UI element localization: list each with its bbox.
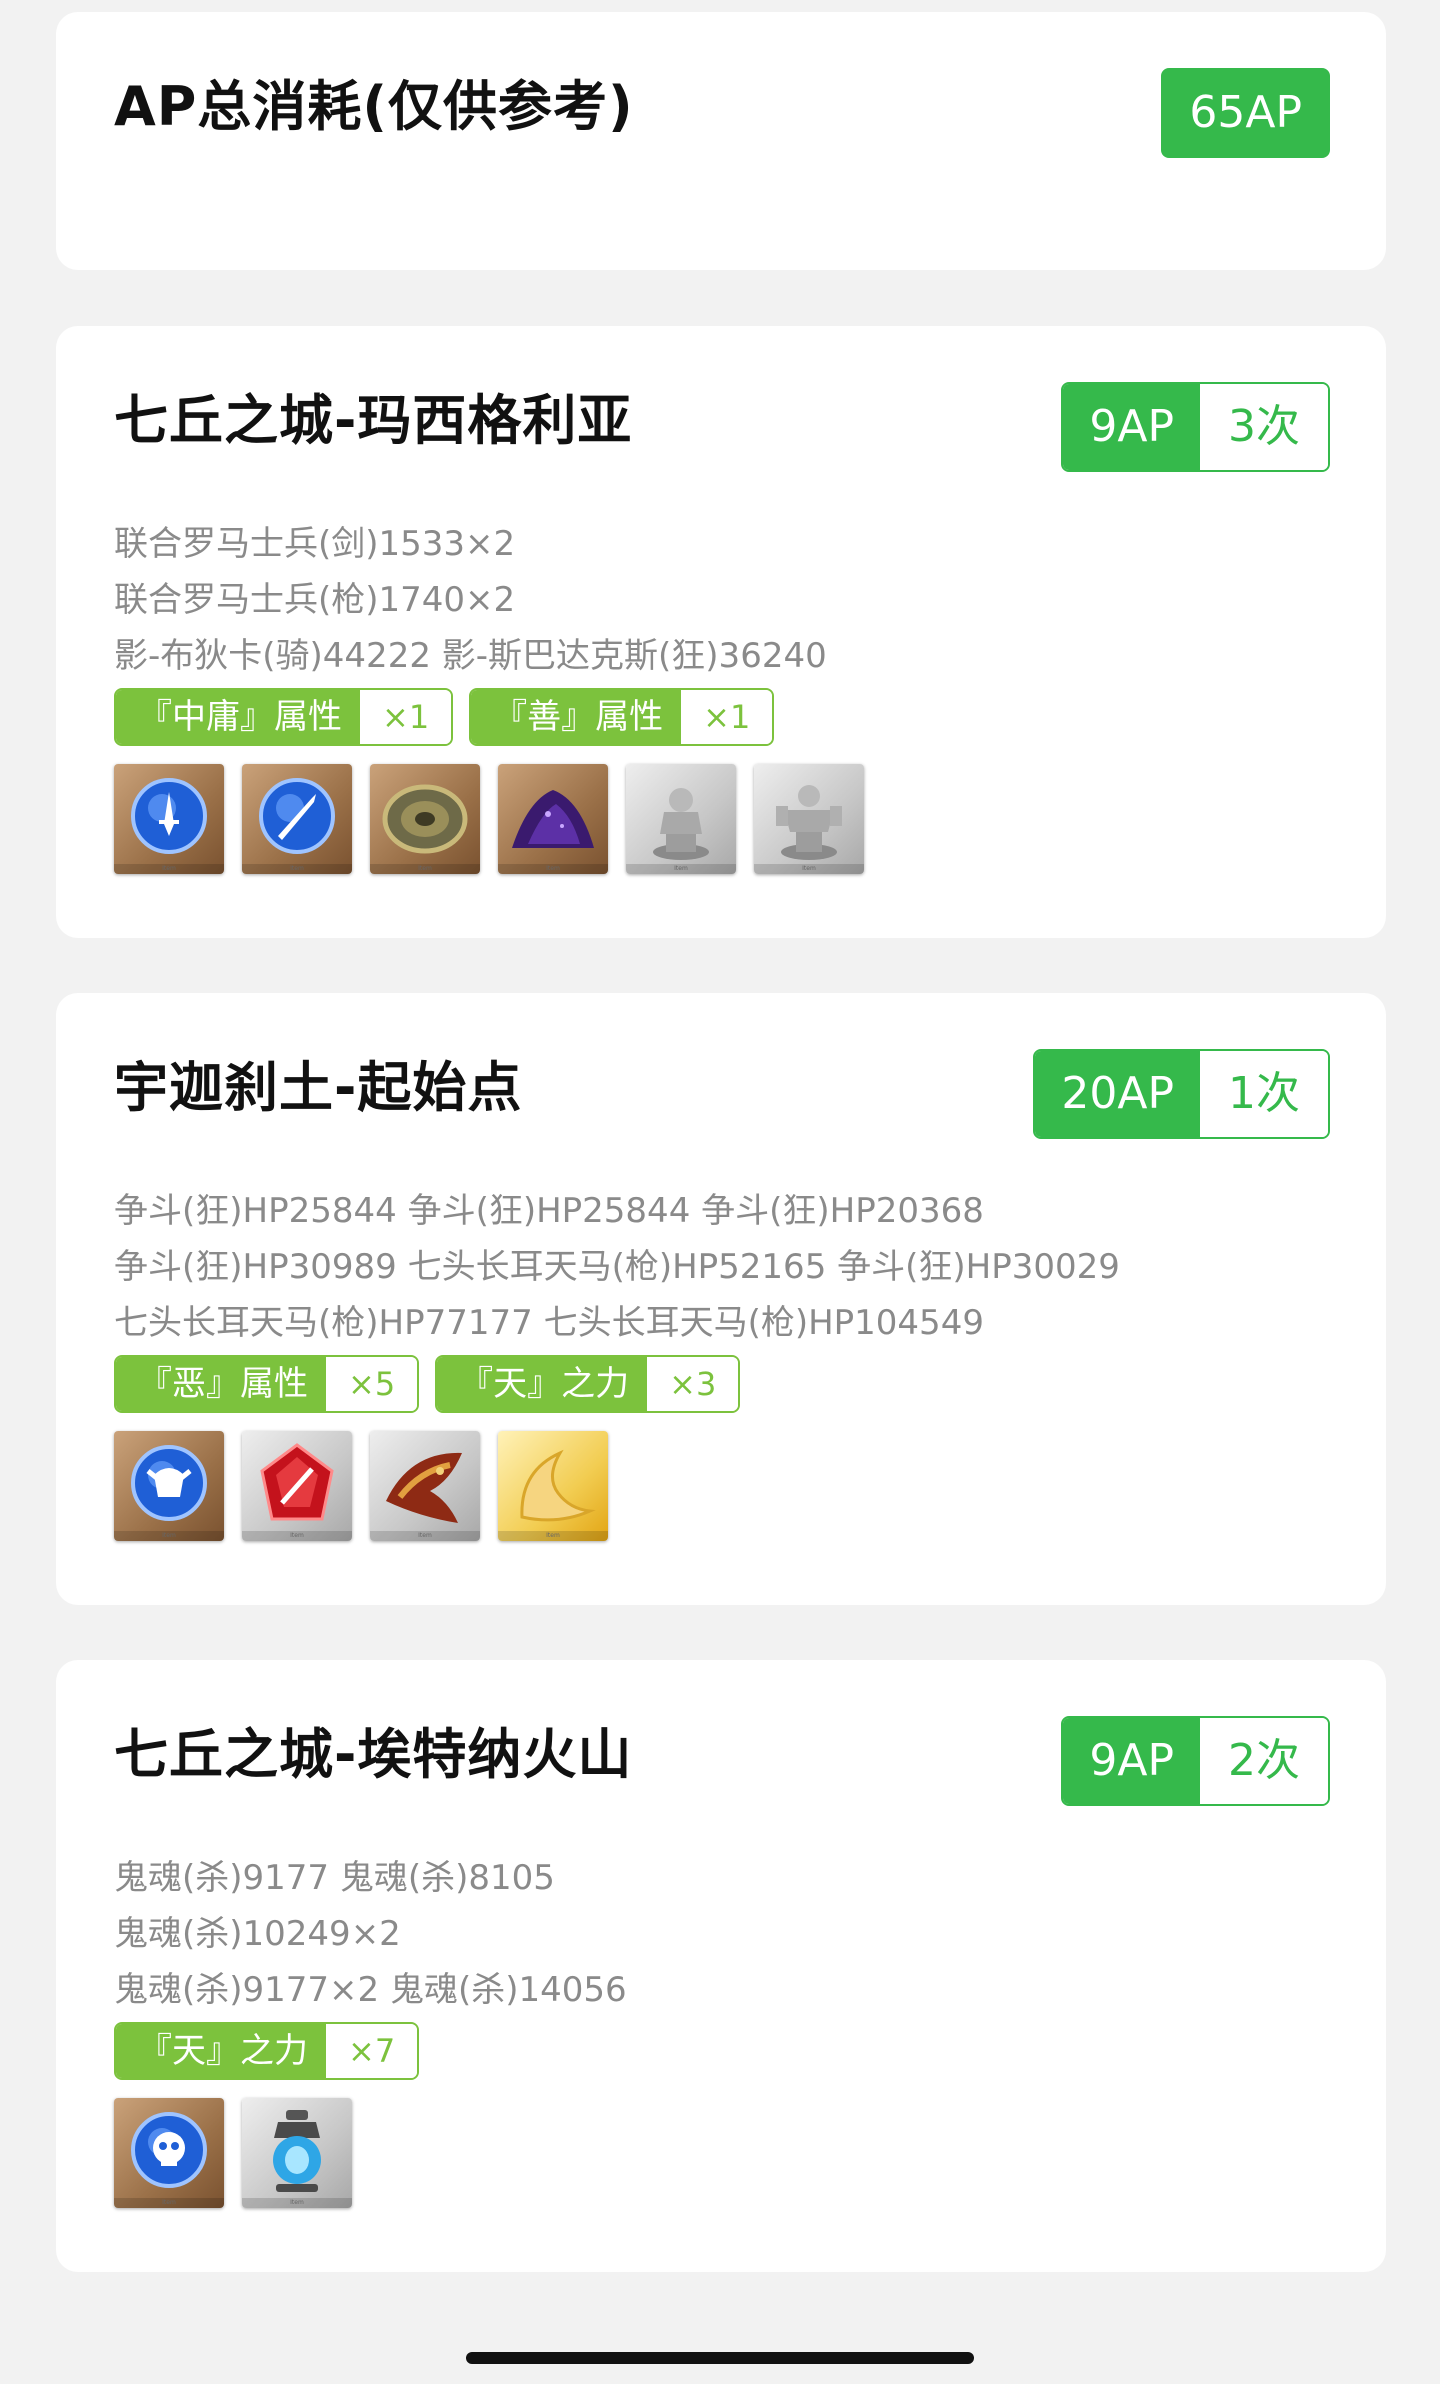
quest-card[interactable]: 宇迦刹土-起始点 20AP 1次 争斗(狂)HP25844 争斗(狂)HP258… xyxy=(56,993,1386,1605)
trait-tags: 『中庸』属性 ×1 『善』属性 ×1 xyxy=(114,688,864,746)
quest-ap-cost: 9AP xyxy=(1063,384,1200,470)
silver-statue-rider-icon[interactable]: Item xyxy=(626,764,736,874)
item-caption: Item xyxy=(114,2198,224,2208)
drop-items: Item Item Item Item Item Item xyxy=(114,764,864,874)
enemy-line: 争斗(狂)HP30989 七头长耳天马(枪)HP52165 争斗(狂)HP300… xyxy=(114,1247,1120,1287)
enemy-line: 联合罗马士兵(枪)1740×2 xyxy=(114,580,516,620)
blue-lantern-icon[interactable]: Item xyxy=(242,2098,352,2208)
drop-items: Item Item Item Item xyxy=(114,1431,1120,1541)
quest-title: 七丘之城-玛西格利亚 xyxy=(114,389,633,452)
quest-ap-cost: 9AP xyxy=(1063,1718,1200,1804)
item-caption: Item xyxy=(242,2198,352,2208)
item-caption: Item xyxy=(114,1531,224,1541)
purple-powder-icon[interactable]: Item xyxy=(498,764,608,874)
trait-name: 『恶』属性 xyxy=(116,1357,326,1411)
quest-title: 七丘之城-埃特纳火山 xyxy=(114,1723,633,1786)
quest-run-count: 2次 xyxy=(1200,1718,1328,1804)
trait-tags: 『天』之力 ×7 xyxy=(114,2022,627,2080)
enemy-line: 影-布狄卡(骑)44222 影-斯巴达克斯(狂)36240 xyxy=(114,636,827,676)
blue-gem-lance-icon[interactable]: Item xyxy=(242,764,352,874)
trait-name: 『天』之力 xyxy=(116,2024,326,2078)
quest-ap-badge: 9AP 3次 xyxy=(1061,382,1330,472)
bronze-disc-icon[interactable]: Item xyxy=(370,764,480,874)
trait-name: 『善』属性 xyxy=(471,690,682,744)
item-caption: Item xyxy=(242,864,352,874)
trait-tags: 『恶』属性 ×5 『天』之力 ×3 xyxy=(114,1355,1120,1413)
quest-details: 争斗(狂)HP25844 争斗(狂)HP25844 争斗(狂)HP20368 争… xyxy=(114,1183,1120,1541)
trait-count: ×5 xyxy=(326,1357,418,1411)
trait-tag: 『善』属性 ×1 xyxy=(469,688,775,746)
trait-tag: 『中庸』属性 ×1 xyxy=(114,688,454,746)
enemy-line: 七头长耳天马(枪)HP77177 七头长耳天马(枪)HP104549 xyxy=(114,1303,984,1343)
item-caption: Item xyxy=(242,1531,352,1541)
trait-tag: 『天』之力 ×7 xyxy=(114,2022,420,2080)
red-gem-lance-icon[interactable]: Item xyxy=(242,1431,352,1541)
enemy-line: 争斗(狂)HP25844 争斗(狂)HP25844 争斗(狂)HP20368 xyxy=(114,1191,984,1231)
item-caption: Item xyxy=(498,1531,608,1541)
quest-ap-badge: 9AP 2次 xyxy=(1061,1716,1330,1806)
golden-horn-icon[interactable]: Item xyxy=(498,1431,608,1541)
item-caption: Item xyxy=(114,864,224,874)
ap-total-badge: 65AP xyxy=(1161,68,1330,158)
trait-name: 『中庸』属性 xyxy=(116,690,360,744)
trait-count: ×1 xyxy=(681,690,773,744)
quest-details: 联合罗马士兵(剑)1533×2 联合罗马士兵(枪)1740×2 影-布狄卡(骑)… xyxy=(114,516,864,874)
trait-count: ×3 xyxy=(647,1357,739,1411)
dragon-fang-icon[interactable]: Item xyxy=(370,1431,480,1541)
quest-ap-badge: 20AP 1次 xyxy=(1033,1049,1330,1139)
item-caption: Item xyxy=(370,1531,480,1541)
home-indicator[interactable] xyxy=(466,2352,974,2364)
item-caption: Item xyxy=(754,864,864,874)
ap-summary-title: AP总消耗(仅供参考) xyxy=(114,75,634,138)
quest-title: 宇迦刹土-起始点 xyxy=(114,1056,523,1119)
enemy-line: 鬼魂(杀)9177 鬼魂(杀)8105 xyxy=(114,1858,555,1898)
trait-count: ×7 xyxy=(326,2024,418,2078)
quest-card[interactable]: 七丘之城-玛西格利亚 9AP 3次 联合罗马士兵(剑)1533×2 联合罗马士兵… xyxy=(56,326,1386,938)
item-caption: Item xyxy=(370,864,480,874)
silver-statue-berserker-icon[interactable]: Item xyxy=(754,764,864,874)
blue-gem-berserker-icon[interactable]: Item xyxy=(114,1431,224,1541)
quest-details: 鬼魂(杀)9177 鬼魂(杀)8105 鬼魂(杀)10249×2 鬼魂(杀)91… xyxy=(114,1850,627,2208)
item-caption: Item xyxy=(498,864,608,874)
enemy-line: 联合罗马士兵(剑)1533×2 xyxy=(114,524,516,564)
trait-tag: 『恶』属性 ×5 xyxy=(114,1355,420,1413)
trait-count: ×1 xyxy=(360,690,452,744)
drop-items: Item Item xyxy=(114,2098,627,2208)
quest-ap-cost: 20AP xyxy=(1035,1051,1200,1137)
quest-card[interactable]: 七丘之城-埃特纳火山 9AP 2次 鬼魂(杀)9177 鬼魂(杀)8105 鬼魂… xyxy=(56,1660,1386,2272)
item-caption: Item xyxy=(626,864,736,874)
quest-run-count: 1次 xyxy=(1200,1051,1328,1137)
enemy-line: 鬼魂(杀)10249×2 xyxy=(114,1914,401,1954)
quest-run-count: 3次 xyxy=(1200,384,1328,470)
ap-summary-card: AP总消耗(仅供参考) 65AP xyxy=(56,12,1386,270)
blue-gem-sword-icon[interactable]: Item xyxy=(114,764,224,874)
trait-name: 『天』之力 xyxy=(437,1357,648,1411)
enemy-line: 鬼魂(杀)9177×2 鬼魂(杀)14056 xyxy=(114,1970,627,2010)
trait-tag: 『天』之力 ×3 xyxy=(435,1355,741,1413)
blue-gem-assassin-icon[interactable]: Item xyxy=(114,2098,224,2208)
